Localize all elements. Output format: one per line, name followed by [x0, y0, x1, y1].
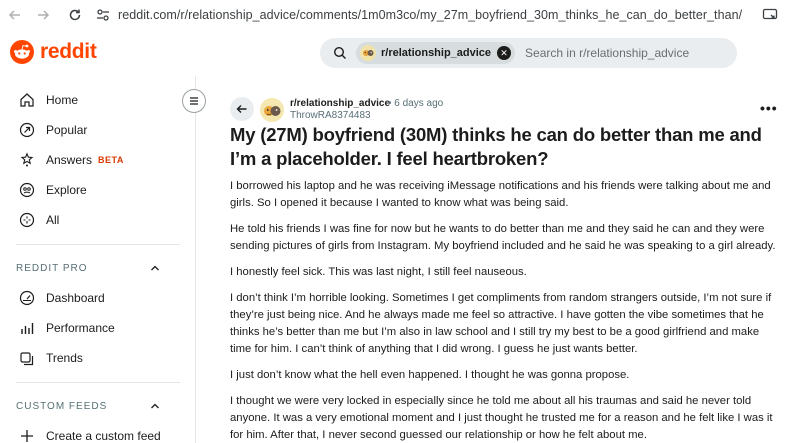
popular-icon [18, 121, 36, 139]
post-paragraph: I just don’t know what the hell even hap… [230, 369, 630, 381]
answers-icon [18, 151, 36, 169]
sidebar-item-label: Explore [46, 183, 87, 197]
sidebar-item-label: All [46, 213, 60, 227]
subreddit-link[interactable]: r/relationship_advice [290, 98, 390, 109]
search-bar[interactable]: r/relationship_advice ✕ Search in r/rela… [320, 38, 737, 68]
sidebar-item-label: Home [46, 93, 79, 107]
post-back-button[interactable] [230, 97, 254, 121]
collapse-sidebar-button[interactable] [182, 89, 206, 113]
browser-reload-icon[interactable] [64, 4, 86, 26]
dashboard-icon [18, 289, 36, 307]
reddit-pro-section-title: REDDIT PRO [16, 263, 88, 274]
post-title: My (27M) boyfriend (30M) thinks he can d… [230, 124, 762, 169]
sidebar-divider [16, 382, 180, 383]
post-paragraph: I thought we were very locked in especia… [230, 395, 773, 441]
post-paragraph: I borrowed his laptop and he was receivi… [230, 180, 771, 209]
sidebar-item-label: Answers [46, 153, 93, 167]
more-options-button[interactable]: ••• [760, 100, 778, 116]
browser-forward-icon[interactable] [32, 4, 54, 26]
post-author[interactable]: ThrowRA8374483 [290, 110, 371, 121]
search-icon [332, 45, 348, 61]
chevron-up-icon[interactable] [148, 399, 162, 413]
performance-icon [18, 319, 36, 337]
reddit-snoo-icon [10, 40, 34, 64]
chevron-up-icon[interactable] [148, 261, 162, 275]
site-info-icon[interactable] [94, 6, 112, 24]
menu-icon [190, 97, 198, 105]
arrow-left-icon [236, 105, 247, 113]
subreddit-search-chip: r/relationship_advice ✕ [356, 42, 516, 64]
search-chip-label: r/relationship_advice [381, 47, 492, 59]
post-paragraph: I don’t think I’m horrible looking. Some… [230, 292, 772, 355]
sidebar-item-popular[interactable]: Popular [18, 119, 87, 141]
sidebar-item-label: Performance [46, 321, 115, 335]
reddit-logo[interactable]: reddit [10, 40, 97, 64]
post-timestamp: • 6 days ago [388, 98, 444, 109]
sidebar-item-dashboard[interactable]: Dashboard [18, 287, 105, 309]
beta-badge: BETA [98, 155, 124, 165]
custom-feeds-section-title: CUSTOM FEEDS [16, 401, 108, 412]
browser-toolbar: reddit.com/r/relationship_advice/comment… [0, 0, 788, 30]
post-paragraph: He told his friends I was fine for now b… [230, 223, 776, 252]
sidebar-divider [16, 244, 180, 245]
post-body: I borrowed his laptop and he was receivi… [230, 178, 782, 443]
trends-icon [18, 349, 36, 367]
sidebar-item-label: Dashboard [46, 291, 105, 305]
sidebar-item-label: Trends [46, 351, 83, 365]
subreddit-avatar[interactable] [260, 98, 284, 122]
home-icon [18, 91, 36, 109]
post-paragraph: I honestly feel sick. This was last nigh… [230, 266, 527, 278]
subreddit-avatar-icon [360, 45, 376, 61]
close-icon[interactable]: ✕ [497, 46, 512, 60]
sidebar-item-create-custom-feed[interactable]: Create a custom feed [18, 425, 161, 443]
sidebar-item-trends[interactable]: Trends [18, 347, 83, 369]
sidebar-item-home[interactable]: Home [18, 89, 78, 111]
address-bar-url[interactable]: reddit.com/r/relationship_advice/comment… [118, 8, 742, 22]
sidebar-item-answers[interactable]: Answers BETA [18, 149, 124, 171]
explore-icon [18, 181, 36, 199]
sidebar-item-label: Popular [46, 123, 88, 137]
reddit-header: reddit r/relationship_advice ✕ Search in… [0, 30, 788, 76]
sidebar-item-performance[interactable]: Performance [18, 317, 115, 339]
subreddit-avatar-icon [264, 106, 281, 116]
browser-back-icon[interactable] [4, 4, 26, 26]
sidebar-item-explore[interactable]: Explore [18, 179, 87, 201]
sidebar-item-all[interactable]: All [18, 209, 59, 231]
sidebar-item-label: Create a custom feed [46, 429, 161, 443]
plus-icon [18, 427, 36, 443]
all-icon [18, 211, 36, 229]
reddit-wordmark: reddit [40, 40, 97, 63]
left-sidebar: Home Popular Answers BETA Explore All RE… [0, 76, 196, 443]
search-input[interactable]: Search in r/relationship_advice [525, 46, 689, 60]
cast-icon[interactable] [760, 5, 780, 25]
